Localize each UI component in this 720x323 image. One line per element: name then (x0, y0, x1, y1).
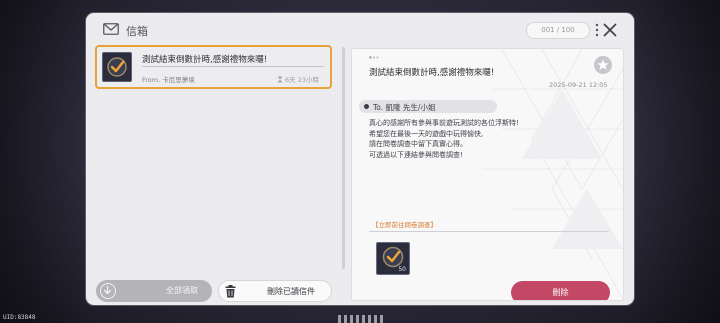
mail-expiry: 6天 23小時 (277, 74, 319, 84)
reward-item[interactable]: 50 (376, 242, 410, 275)
mail-subject: 測試結束倒數計時,感謝禮物來囉! (142, 55, 268, 65)
mail-expiry-text: 6天 23小時 (285, 76, 319, 84)
claim-icon (100, 283, 116, 299)
mail-icon (103, 23, 119, 35)
detail-subject: 測試結束倒數計時,感謝禮物來囉! (369, 68, 495, 78)
body-line: 真心的感謝所有參與事前遊玩測試的各位浮斯特! (369, 119, 519, 127)
bottom-decoration (338, 315, 384, 323)
badge-check-icon (107, 57, 127, 77)
mail-thumbnail (102, 52, 132, 82)
divider (369, 231, 609, 232)
delete-button[interactable]: 刪除 (511, 281, 610, 300)
mail-body: 真心的感謝所有參與事前遊玩測試的各位浮斯特! 希望您在最後一天的遊戲中玩得愉快,… (369, 118, 609, 160)
delete-read-label: 刪除已讀信件 (267, 287, 315, 296)
claim-all-button[interactable]: 全部領取 (96, 280, 212, 302)
recipient-text: To. 凱隆 先生/小姐 (373, 103, 436, 112)
user-id: UID:83848 (3, 314, 36, 321)
favorite-button[interactable] (594, 56, 612, 74)
kebab-menu-icon[interactable] (594, 23, 600, 37)
window-header: 信箱 001 / 100 (86, 13, 634, 43)
mail-sender: From. 卡厄思夢境 (142, 76, 195, 84)
body-line: 請在問卷調查中留下真實心得。 (369, 140, 467, 148)
body-line: 可透過以下連結參與問卷調查! (369, 150, 463, 159)
bullet-icon (364, 104, 369, 109)
list-scrollbar[interactable] (342, 47, 345, 269)
survey-link[interactable]: 【立即前往問卷調查】 (372, 219, 437, 229)
mail-list: 測試結束倒數計時,感謝禮物來囉! From. 卡厄思夢境 6天 23小時 (95, 45, 345, 269)
claim-all-label: 全部領取 (166, 286, 198, 295)
window-title: 信箱 (126, 25, 148, 38)
hourglass-icon (277, 76, 283, 83)
mail-detail-panel: 測試結束倒數計時,感謝禮物來囉! 2025-09-21 12:05 To. 凱隆… (351, 48, 624, 301)
star-icon (597, 59, 609, 70)
recipient-row: To. 凱隆 先生/小姐 (359, 100, 497, 113)
trash-icon (225, 285, 236, 298)
close-icon[interactable] (603, 23, 617, 37)
body-line: 希望您在最後一天的遊戲中玩得愉快, (369, 129, 484, 138)
mail-counter: 001 / 100 (526, 22, 590, 39)
reward-quantity: 50 (398, 266, 406, 273)
detail-date: 2025-09-21 12:05 (549, 81, 608, 89)
delete-read-button[interactable]: 刪除已讀信件 (218, 280, 332, 302)
delete-label: 刪除 (552, 288, 569, 297)
page-dots (369, 56, 379, 59)
divider (142, 66, 324, 67)
mailbox-window: 信箱 001 / 100 測試結束倒數計時,感謝禮物來囉! From. 卡厄思夢… (86, 13, 634, 305)
mail-list-item[interactable]: 測試結束倒數計時,感謝禮物來囉! From. 卡厄思夢境 6天 23小時 (95, 45, 332, 89)
